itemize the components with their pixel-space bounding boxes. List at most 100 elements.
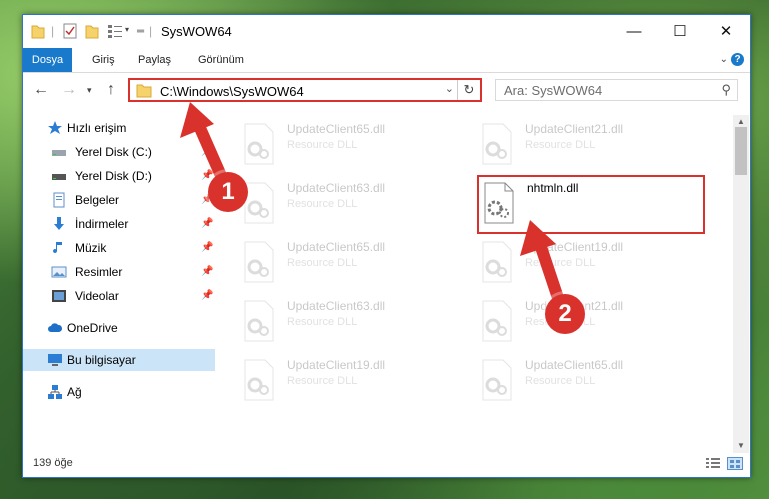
file-type: Resource DLL xyxy=(287,257,358,269)
nav-downloads[interactable]: İndirmeler 📌 xyxy=(23,213,215,235)
tab-view[interactable]: Görünüm xyxy=(198,48,244,72)
computer-icon xyxy=(48,354,62,366)
nav-music[interactable]: Müzik 📌 xyxy=(23,237,215,259)
nav-label: OneDrive xyxy=(67,321,118,335)
cloud-icon xyxy=(48,323,63,332)
search-box[interactable]: Ara: SysWOW64 ⚲ xyxy=(495,79,738,101)
file-type: Resource DLL xyxy=(287,316,358,328)
nav-label: Müzik xyxy=(75,241,107,255)
tab-file[interactable]: Dosya xyxy=(23,48,72,72)
pictures-icon xyxy=(51,266,67,278)
dll-file-icon xyxy=(482,359,512,401)
address-dropdown-icon[interactable]: ⌄ xyxy=(445,82,454,95)
file-type: Resource DLL xyxy=(525,375,596,387)
dll-file-icon xyxy=(244,123,274,165)
new-folder-icon[interactable] xyxy=(85,23,99,39)
pin-icon[interactable]: 📌 xyxy=(201,261,213,283)
pin-icon[interactable]: 📌 xyxy=(201,213,213,235)
dll-file-icon xyxy=(244,300,274,342)
videos-icon xyxy=(52,290,66,302)
navigation-pane: Hızlı erişim Yerel Disk (C:) 📌 Yerel Dis… xyxy=(23,115,215,455)
address-path: C:\Windows\SysWOW64 xyxy=(160,84,304,99)
nav-label: Resimler xyxy=(75,265,123,279)
step-1-badge: 1 xyxy=(208,172,248,212)
properties-icon[interactable] xyxy=(63,23,77,39)
file-item[interactable]: UpdateClient65.dll Resource DLL xyxy=(241,119,471,169)
expand-ribbon-icon[interactable]: ⌄ xyxy=(720,54,728,65)
forward-button[interactable]: → xyxy=(61,81,77,99)
refresh-button[interactable]: ↻ xyxy=(457,80,480,100)
search-placeholder: Ara: SysWOW64 xyxy=(504,83,603,98)
recent-locations-icon[interactable]: ▾ xyxy=(87,85,92,96)
drive-icon xyxy=(52,174,66,180)
vertical-scrollbar[interactable]: ▲ ▼ xyxy=(733,115,749,453)
up-button[interactable]: ↑ xyxy=(107,81,115,99)
file-type: Resource DLL xyxy=(287,198,358,210)
nav-label: Bu bilgisayar xyxy=(67,353,136,367)
file-name: UpdateClient65.dll xyxy=(287,122,386,136)
network-icon xyxy=(48,385,62,399)
pin-icon[interactable]: 📌 xyxy=(201,285,213,307)
music-icon xyxy=(53,242,62,254)
file-item[interactable]: UpdateClient19.dll Resource DLL xyxy=(479,237,709,287)
file-name: UpdateClient65.dll xyxy=(525,358,624,372)
nav-quick-access[interactable]: Hızlı erişim xyxy=(23,117,215,139)
documents-icon xyxy=(53,192,65,208)
pin-icon[interactable]: 📌 xyxy=(201,237,213,259)
file-item[interactable]: UpdateClient63.dll Resource DLL xyxy=(241,178,471,228)
close-button[interactable]: ✕ xyxy=(703,15,749,48)
file-item[interactable]: UpdateClient21.dll Resource DLL xyxy=(479,119,709,169)
dll-file-icon xyxy=(482,241,512,283)
file-item[interactable]: UpdateClient65.dll Resource DLL xyxy=(241,237,471,287)
file-name: UpdateClient21.dll xyxy=(525,122,624,136)
tab-home[interactable]: Giriş xyxy=(92,48,115,72)
file-item[interactable]: UpdateClient65.dll Resource DLL xyxy=(479,355,709,405)
nav-videos[interactable]: Videolar 📌 xyxy=(23,285,215,307)
nav-local-disk-c[interactable]: Yerel Disk (C:) 📌 xyxy=(23,141,215,163)
dll-file-icon xyxy=(482,123,512,165)
dll-file-icon xyxy=(244,359,274,401)
view-icon[interactable] xyxy=(107,23,123,39)
tab-share[interactable]: Paylaş xyxy=(138,48,171,72)
nav-local-disk-d[interactable]: Yerel Disk (D:) 📌 xyxy=(23,165,215,187)
nav-onedrive[interactable]: OneDrive xyxy=(23,317,215,339)
pin-icon[interactable]: 📌 xyxy=(201,141,213,163)
file-item[interactable]: UpdateClient19.dll Resource DLL xyxy=(241,355,471,405)
dll-file-icon xyxy=(482,300,512,342)
minimize-button[interactable]: — xyxy=(611,15,657,48)
ribbon-tabs: Dosya Giriş Paylaş Görünüm ⌄ ? xyxy=(23,48,750,73)
file-highlight-box xyxy=(477,175,705,234)
address-bar[interactable]: C:\Windows\SysWOW64 ⌄ ↻ xyxy=(128,78,482,102)
file-name: UpdateClient19.dll xyxy=(287,358,386,372)
nav-label: Yerel Disk (C:) xyxy=(75,145,152,159)
separator: | xyxy=(149,24,153,38)
nav-documents[interactable]: Belgeler 📌 xyxy=(23,189,215,211)
nav-pictures[interactable]: Resimler 📌 xyxy=(23,261,215,283)
nav-label: Videolar xyxy=(75,289,119,303)
scrollbar-thumb[interactable] xyxy=(735,127,747,175)
large-icons-view-icon[interactable] xyxy=(727,457,743,470)
nav-this-pc[interactable]: Bu bilgisayar xyxy=(23,349,215,371)
search-icon: ⚲ xyxy=(721,82,731,97)
file-item[interactable]: UpdateClient21.dll Resource DLL xyxy=(479,296,709,346)
file-type: Resource DLL xyxy=(287,375,358,387)
scroll-down-icon[interactable]: ▼ xyxy=(733,439,749,453)
download-icon xyxy=(54,217,64,230)
file-name: UpdateClient19.dll xyxy=(525,240,624,254)
qa-dropdown-icon[interactable]: ▾ xyxy=(125,25,129,41)
title-bar: | ▾ ═ | SysWOW64 — ☐ ✕ xyxy=(23,15,750,48)
dll-file-icon xyxy=(244,241,274,283)
customize-toolbar-icon[interactable]: ═ xyxy=(137,26,144,42)
maximize-button[interactable]: ☐ xyxy=(657,15,703,48)
nav-network[interactable]: Ağ xyxy=(23,381,215,403)
help-icon[interactable]: ? xyxy=(731,53,744,66)
back-button[interactable]: ← xyxy=(33,81,49,99)
window-title: SysWOW64 xyxy=(161,24,232,39)
file-name: UpdateClient65.dll xyxy=(287,240,386,254)
file-explorer-window: | ▾ ═ | SysWOW64 — ☐ ✕ Dosya Giriş Payla… xyxy=(22,14,751,478)
file-item[interactable]: UpdateClient63.dll Resource DLL xyxy=(241,296,471,346)
file-type: Resource DLL xyxy=(525,139,596,151)
file-type: Resource DLL xyxy=(525,257,596,269)
details-view-icon[interactable] xyxy=(705,457,721,470)
separator: | xyxy=(51,24,55,38)
